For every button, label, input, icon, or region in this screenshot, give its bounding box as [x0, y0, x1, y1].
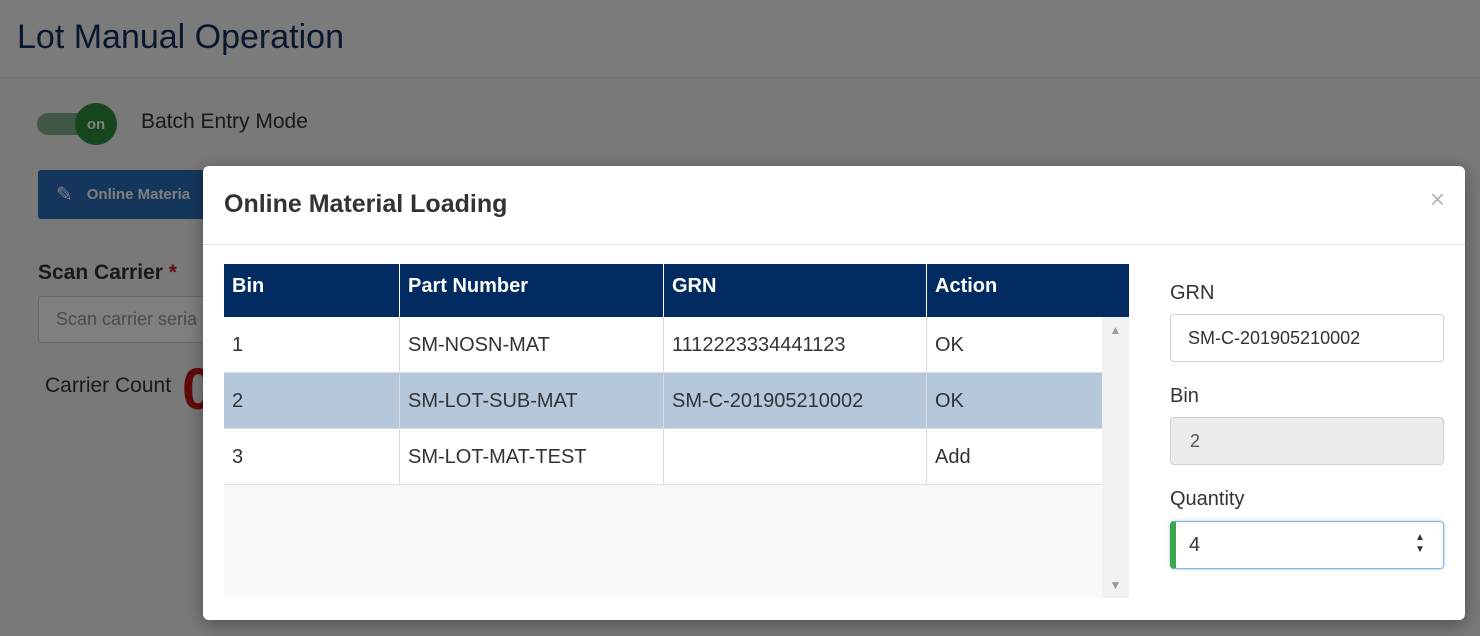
table-header: Bin Part Number GRN Action — [224, 264, 1129, 317]
cell-part-number: SM-LOT-SUB-MAT — [400, 373, 664, 429]
quantity-input[interactable]: 4 ▲ ▼ — [1170, 521, 1444, 569]
page: Lot Manual Operation on Batch Entry Mode… — [0, 0, 1480, 636]
cell-bin: 2 — [224, 373, 400, 429]
grn-input[interactable] — [1170, 314, 1444, 362]
cell-grn: SM-C-201905210002 — [664, 373, 927, 429]
cell-bin: 1 — [224, 317, 400, 373]
cell-bin: 3 — [224, 429, 400, 485]
grn-label: GRN — [1170, 282, 1215, 304]
header-part-number: Part Number — [400, 264, 664, 317]
header-action: Action — [935, 275, 998, 297]
header-bin: Bin — [224, 264, 400, 317]
quantity-stepper-icon[interactable]: ▲ ▼ — [1413, 532, 1427, 558]
table-row-selected[interactable]: 2 SM-LOT-SUB-MAT SM-C-201905210002 OK — [224, 373, 1102, 429]
bin-input — [1170, 417, 1444, 465]
table-scrollbar[interactable]: ▲ ▼ — [1102, 317, 1129, 598]
quantity-value: 4 — [1189, 534, 1201, 556]
modal-header: Online Material Loading × — [203, 166, 1465, 245]
table-row[interactable]: 1 SM-NOSN-MAT 1112223334441123 OK — [224, 317, 1102, 373]
close-icon[interactable]: × — [1430, 184, 1445, 215]
cell-part-number: SM-LOT-MAT-TEST — [400, 429, 664, 485]
cell-grn — [664, 429, 927, 485]
table-row[interactable]: 3 SM-LOT-MAT-TEST Add — [224, 429, 1102, 485]
cell-action[interactable]: OK — [927, 317, 1102, 373]
header-grn: GRN — [664, 264, 927, 317]
cell-grn: 1112223334441123 — [664, 317, 927, 373]
cell-action[interactable]: OK — [927, 373, 1102, 429]
modal-title: Online Material Loading — [224, 190, 508, 218]
material-table: Bin Part Number GRN Action 1 SM-NOSN-MAT… — [224, 264, 1129, 598]
cell-part-number: SM-NOSN-MAT — [400, 317, 664, 373]
cell-action[interactable]: Add — [927, 429, 1102, 485]
table-body: 1 SM-NOSN-MAT 1112223334441123 OK 2 SM-L… — [224, 317, 1102, 598]
quantity-label: Quantity — [1170, 488, 1245, 510]
scroll-down-arrow-icon[interactable]: ▼ — [1102, 578, 1129, 592]
online-material-loading-modal: Online Material Loading × Bin Part Numbe… — [203, 166, 1465, 620]
bin-label: Bin — [1170, 385, 1199, 407]
scroll-up-arrow-icon[interactable]: ▲ — [1102, 323, 1129, 337]
